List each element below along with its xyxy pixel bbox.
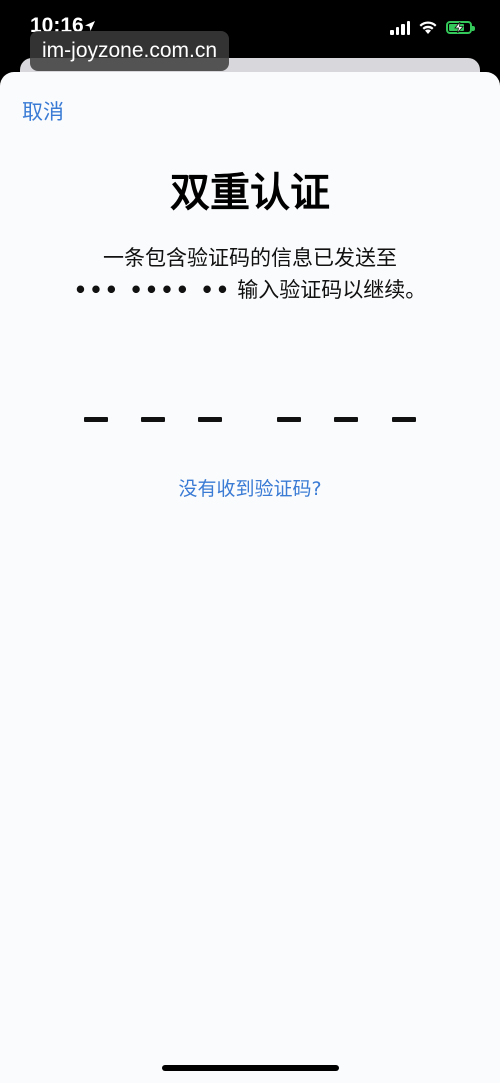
code-digit-slot: [277, 417, 301, 422]
battery-charging-icon: [446, 21, 475, 34]
charging-bolt-icon: [454, 22, 464, 33]
wifi-icon: [419, 21, 437, 34]
code-digit-slot: [334, 417, 358, 422]
message-line-2: ••• •••• •• 输入验证码以继续。: [0, 274, 500, 306]
message-line-2-suffix: 输入验证码以继续。: [237, 278, 427, 302]
no-code-received-link[interactable]: 没有收到验证码?: [0, 474, 500, 501]
cancel-button[interactable]: 取消: [22, 96, 64, 126]
code-digit-slot: [141, 417, 165, 422]
watermark: im-joyzone.com.cn: [30, 31, 230, 71]
masked-phone-number: ••• •••• ••: [73, 278, 232, 302]
battery-cap: [472, 26, 475, 31]
verification-message: 一条包含验证码的信息已发送至 ••• •••• •• 输入验证码以继续。: [0, 242, 500, 306]
verification-code-input[interactable]: [0, 417, 500, 427]
two-factor-sheet: 取消 双重认证 一条包含验证码的信息已发送至 ••• •••• •• 输入验证码…: [0, 72, 500, 1083]
code-digit-slot: [392, 417, 416, 422]
page-title: 双重认证: [170, 170, 330, 216]
status-icons: [390, 20, 475, 35]
code-digit-slot: [84, 417, 108, 422]
home-indicator[interactable]: [162, 1065, 339, 1071]
screen: 10:16 im-joyzone.com.cn 取消 双重认证 一条包含验证码的…: [0, 0, 500, 1083]
message-line-1: 一条包含验证码的信息已发送至: [103, 246, 397, 270]
code-digit-slot: [198, 417, 222, 422]
cellular-signal-icon: [390, 20, 410, 35]
